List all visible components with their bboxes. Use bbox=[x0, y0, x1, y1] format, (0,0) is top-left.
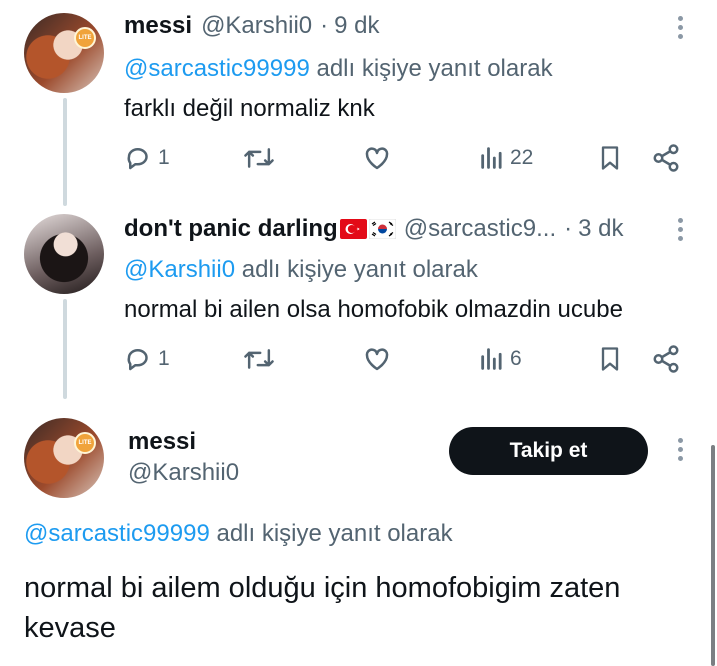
lite-badge: LITE bbox=[74, 432, 96, 454]
reply-count: 1 bbox=[158, 146, 170, 169]
display-name[interactable]: don't panic darling bbox=[124, 215, 338, 243]
tweet-text: farklı değil normaliz knk bbox=[124, 95, 375, 122]
bookmark-button[interactable] bbox=[596, 143, 624, 173]
like-icon bbox=[365, 147, 389, 170]
lite-badge: LITE bbox=[74, 27, 96, 49]
more-icon[interactable] bbox=[675, 16, 685, 39]
reply-button[interactable]: 1 bbox=[124, 344, 170, 374]
retweet-icon bbox=[244, 349, 274, 369]
reply-suffix: adlı kişiye yanıt olarak bbox=[241, 256, 478, 283]
views-count: 22 bbox=[510, 146, 534, 169]
timestamp[interactable]: 3 dk bbox=[578, 215, 623, 243]
share-button[interactable] bbox=[651, 143, 681, 173]
turkey-flag-icon bbox=[339, 219, 367, 239]
mention-link[interactable]: @sarcastic99999 bbox=[124, 55, 310, 82]
views-button[interactable]: 22 bbox=[478, 143, 533, 173]
south-korea-flag-icon bbox=[368, 219, 396, 239]
reply-context: @Karshii0 adlı kişiye yanıt olarak bbox=[124, 256, 478, 284]
avatar[interactable] bbox=[24, 214, 104, 294]
share-icon bbox=[653, 144, 679, 172]
avatar[interactable]: LITE bbox=[24, 418, 104, 498]
more-icon[interactable] bbox=[675, 438, 685, 461]
bookmark-button[interactable] bbox=[596, 344, 624, 374]
mention-link[interactable]: @Karshii0 bbox=[124, 256, 235, 283]
like-button[interactable] bbox=[362, 344, 392, 374]
timestamp[interactable]: 9 dk bbox=[334, 12, 379, 40]
tweet-header: messi @Karshii0 · 9 dk bbox=[124, 12, 380, 40]
tweet-header: don't panic darling @sarcastic9... · 3 d… bbox=[124, 215, 623, 243]
views-button[interactable]: 6 bbox=[478, 344, 522, 374]
reply-icon bbox=[127, 349, 148, 371]
thread-line bbox=[63, 98, 67, 206]
handle[interactable]: @Karshii0 bbox=[201, 12, 312, 40]
retweet-icon bbox=[244, 148, 274, 168]
share-icon bbox=[653, 345, 679, 373]
avatar[interactable]: LITE bbox=[24, 13, 104, 93]
main-display-name[interactable]: messi bbox=[128, 428, 196, 456]
separator: · bbox=[320, 12, 329, 39]
scrollbar[interactable] bbox=[711, 445, 715, 666]
display-name[interactable]: messi bbox=[124, 12, 192, 40]
more-icon[interactable] bbox=[675, 218, 685, 241]
main-handle[interactable]: @Karshii0 bbox=[128, 459, 239, 487]
reply-suffix: adlı kişiye yanıt olarak bbox=[216, 520, 453, 547]
reply-suffix: adlı kişiye yanıt olarak bbox=[316, 55, 553, 82]
reply-button[interactable]: 1 bbox=[124, 143, 170, 173]
bookmark-icon bbox=[601, 347, 619, 371]
tweet-text: normal bi ailen olsa homofobik olmazdin … bbox=[124, 296, 623, 323]
share-button[interactable] bbox=[651, 344, 681, 374]
reply-context: @sarcastic99999 adlı kişiye yanıt olarak bbox=[124, 55, 553, 83]
reply-icon bbox=[127, 148, 148, 170]
separator: · bbox=[564, 215, 573, 242]
views-count: 6 bbox=[510, 347, 522, 370]
retweet-button[interactable] bbox=[243, 143, 275, 173]
thread-line bbox=[63, 299, 67, 399]
like-button[interactable] bbox=[362, 143, 392, 173]
main-tweet-text: normal bi ailem olduğu için homofobigim … bbox=[24, 572, 621, 644]
views-icon bbox=[481, 348, 502, 370]
reply-context: @sarcastic99999 adlı kişiye yanıt olarak bbox=[24, 520, 453, 548]
bookmark-icon bbox=[601, 146, 619, 170]
reply-count: 1 bbox=[158, 347, 170, 370]
views-icon bbox=[481, 147, 502, 169]
like-icon bbox=[365, 348, 389, 371]
follow-button[interactable]: Takip et bbox=[449, 427, 648, 475]
handle[interactable]: @sarcastic9... bbox=[404, 215, 556, 243]
mention-link[interactable]: @sarcastic99999 bbox=[24, 520, 210, 547]
retweet-button[interactable] bbox=[243, 344, 275, 374]
